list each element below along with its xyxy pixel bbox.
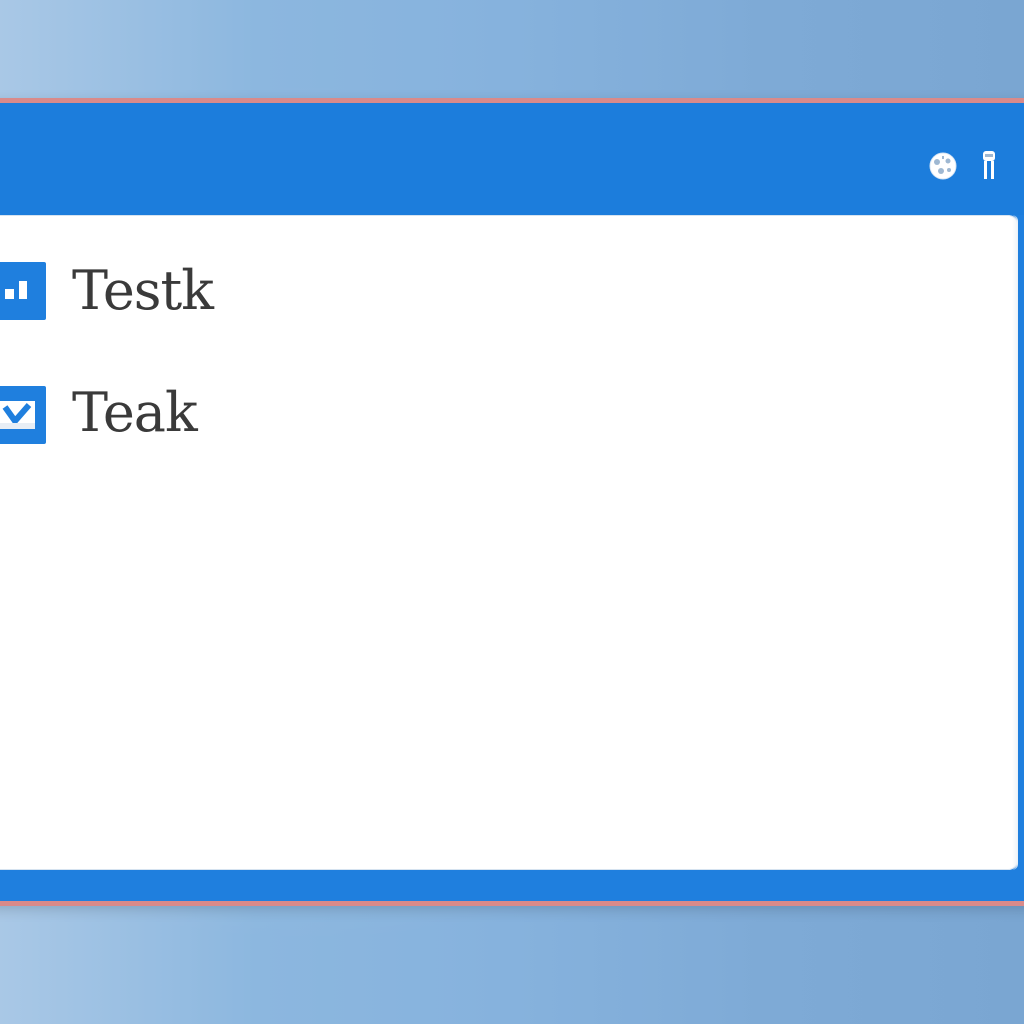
pin-icon-graphic	[983, 151, 995, 179]
app-window: Testk Teak	[0, 98, 1024, 906]
checkbox[interactable]	[0, 262, 46, 320]
checkbox[interactable]	[0, 386, 46, 444]
pin-icon[interactable]	[972, 149, 1006, 183]
title-bar	[0, 103, 1024, 215]
task-label: Teak	[72, 381, 198, 444]
task-label: Testk	[72, 259, 214, 322]
partial-check-icon	[5, 281, 27, 299]
globe-icon[interactable]	[926, 149, 960, 183]
checkmark-icon	[0, 401, 35, 429]
globe-icon-graphic	[929, 152, 957, 180]
task-list: Testk Teak	[0, 215, 1018, 870]
